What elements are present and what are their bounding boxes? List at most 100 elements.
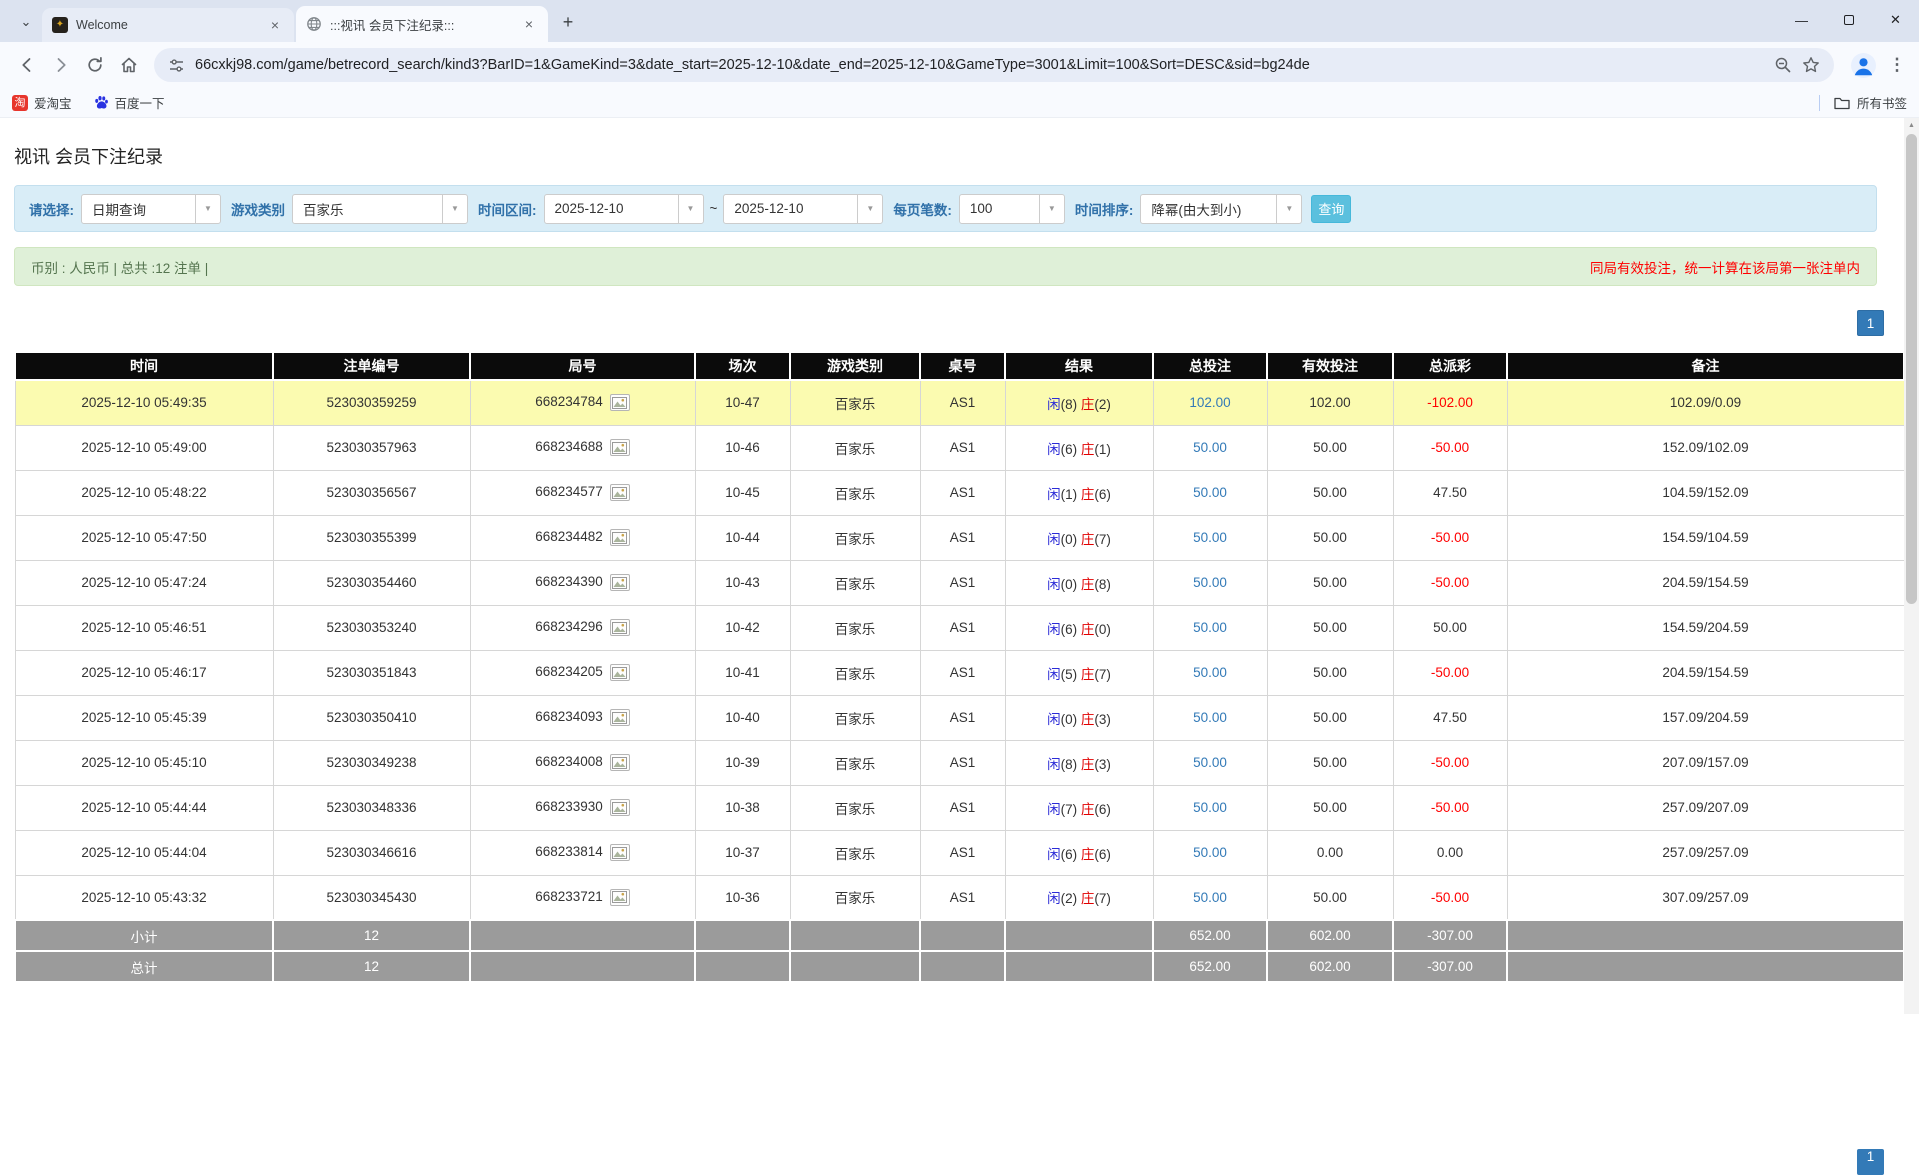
game-category-cell: 百家乐 (790, 425, 920, 470)
url-bar[interactable]: 66cxkj98.com/game/betrecord_search/kind3… (154, 48, 1834, 82)
per-page-select[interactable]: 100 ▼ (959, 194, 1065, 224)
page-scrollbar[interactable]: ▲ (1904, 118, 1919, 1014)
scroll-up-icon[interactable]: ▲ (1904, 118, 1919, 133)
page-number-button[interactable]: 1 (1857, 310, 1884, 336)
footer-empty-cell (695, 951, 790, 982)
all-bookmarks-label: 所有书签 (1857, 93, 1907, 112)
select-type-label: 请选择: (29, 199, 74, 219)
tab-search-chevron-icon[interactable]: ⌄ (12, 8, 40, 36)
bookmark-star-icon[interactable] (1802, 56, 1820, 74)
result-banker-score: (6) (1094, 847, 1111, 862)
result-player-score: (8) (1061, 397, 1078, 412)
url-text[interactable]: 66cxkj98.com/game/betrecord_search/kind3… (195, 57, 1754, 73)
tab-close-icon[interactable]: × (520, 15, 538, 33)
game-category-cell: 百家乐 (790, 785, 920, 830)
time-cell: 2025-12-10 05:46:51 (15, 605, 273, 650)
page-number-button-bottom[interactable]: 1 (1857, 1149, 1884, 1175)
valid-bet-cell: 102.00 (1267, 380, 1393, 425)
tab-close-icon[interactable]: × (266, 16, 284, 34)
tab-bet-records[interactable]: :::视讯 会员下注纪录::: × (296, 6, 548, 42)
result-player: 闲 (1047, 712, 1061, 727)
profile-avatar[interactable] (1850, 52, 1877, 79)
bet-row: 2025-12-10 05:44:04523030346616668233814… (15, 830, 1904, 875)
bet-id-cell: 523030345430 (273, 875, 470, 920)
game-category-select[interactable]: 百家乐 ▼ (292, 194, 468, 224)
game-category-cell: 百家乐 (790, 605, 920, 650)
result-banker: 庄 (1081, 847, 1095, 862)
tab-welcome[interactable]: ✦ Welcome × (42, 8, 294, 42)
time-cell: 2025-12-10 05:44:44 (15, 785, 273, 830)
round-detail-icon[interactable] (610, 889, 630, 906)
site-settings-icon[interactable] (168, 57, 185, 74)
round-cell: 668233721 (470, 875, 695, 920)
round-detail-icon[interactable] (610, 664, 630, 681)
payout-cell: -50.00 (1393, 650, 1507, 695)
back-button[interactable] (10, 48, 44, 82)
result-player: 闲 (1047, 487, 1061, 502)
session-cell: 10-36 (695, 875, 790, 920)
window-maximize-button[interactable] (1825, 0, 1872, 40)
all-bookmarks-button[interactable]: 所有书签 (1834, 93, 1907, 112)
chevron-down-icon: ▼ (442, 195, 467, 223)
bet-row: 2025-12-10 05:47:50523030355399668234482… (15, 515, 1904, 560)
date-end-select[interactable]: 2025-12-10 ▼ (723, 194, 883, 224)
round-detail-icon[interactable] (610, 394, 630, 411)
round-detail-icon[interactable] (610, 574, 630, 591)
round-cell: 668234390 (470, 560, 695, 605)
sort-select[interactable]: 降幂(由大到小) ▼ (1140, 194, 1302, 224)
zoom-page-icon[interactable] (1774, 56, 1792, 74)
total-bet-cell: 50.00 (1153, 785, 1267, 830)
payout-cell: -50.00 (1393, 425, 1507, 470)
round-detail-icon[interactable] (610, 799, 630, 816)
date-start-select[interactable]: 2025-12-10 ▼ (544, 194, 704, 224)
browser-menu-icon[interactable]: ⋮ (1885, 55, 1909, 75)
footer-total-bet-cell: 652.00 (1153, 951, 1267, 982)
scrollbar-thumb[interactable] (1906, 134, 1917, 604)
bet-row: 2025-12-10 05:43:32523030345430668233721… (15, 875, 1904, 920)
time-cell: 2025-12-10 05:49:35 (15, 380, 273, 425)
bookmark-taobao[interactable]: 淘 爱淘宝 (12, 93, 72, 112)
round-cell: 668234482 (470, 515, 695, 560)
search-button[interactable]: 查询 (1311, 195, 1351, 223)
chevron-down-icon: ▼ (1276, 195, 1301, 223)
reload-button[interactable] (78, 48, 112, 82)
result-player-score: (0) (1061, 577, 1078, 592)
table-no-cell: AS1 (920, 830, 1005, 875)
chevron-down-icon: ▼ (857, 195, 882, 223)
round-cell: 668234008 (470, 740, 695, 785)
new-tab-button[interactable]: + (554, 8, 582, 36)
query-type-select[interactable]: 日期查询 ▼ (81, 194, 221, 224)
forward-button[interactable] (44, 48, 78, 82)
bet-records-table: 时间 注单编号 局号 场次 游戏类别 桌号 结果 总投注 有效投注 总派彩 备注… (14, 351, 1905, 983)
date-range-label: 时间区间: (478, 199, 537, 219)
payout-cell: -50.00 (1393, 785, 1507, 830)
chevron-down-icon: ▼ (678, 195, 703, 223)
window-close-button[interactable]: ✕ (1872, 0, 1919, 40)
bet-id-cell: 523030355399 (273, 515, 470, 560)
footer-empty-cell (1005, 951, 1153, 982)
bet-table-body: 2025-12-10 05:49:35523030359259668234784… (15, 380, 1904, 920)
valid-bet-cell: 0.00 (1267, 830, 1393, 875)
round-detail-icon[interactable] (610, 439, 630, 456)
remark-cell: 157.09/204.59 (1507, 695, 1904, 740)
bet-id-cell: 523030359259 (273, 380, 470, 425)
total-bet-cell: 50.00 (1153, 740, 1267, 785)
table-no-cell: AS1 (920, 740, 1005, 785)
remark-cell: 104.59/152.09 (1507, 470, 1904, 515)
window-minimize-button[interactable]: — (1778, 0, 1825, 40)
result-cell: 闲(0) 庄(3) (1005, 695, 1153, 740)
bet-id-cell: 523030346616 (273, 830, 470, 875)
bookmark-baidu[interactable]: 百度一下 (94, 93, 165, 112)
round-detail-icon[interactable] (610, 754, 630, 771)
table-no-cell: AS1 (920, 470, 1005, 515)
total-bet-cell: 50.00 (1153, 830, 1267, 875)
header-total-bet: 总投注 (1153, 352, 1267, 380)
round-detail-icon[interactable] (610, 619, 630, 636)
home-button[interactable] (112, 48, 146, 82)
round-detail-icon[interactable] (610, 844, 630, 861)
round-detail-icon[interactable] (610, 484, 630, 501)
summary-row: 总计12652.00602.00-307.00 (15, 951, 1904, 982)
bet-id-cell: 523030357963 (273, 425, 470, 470)
round-detail-icon[interactable] (610, 709, 630, 726)
round-detail-icon[interactable] (610, 529, 630, 546)
